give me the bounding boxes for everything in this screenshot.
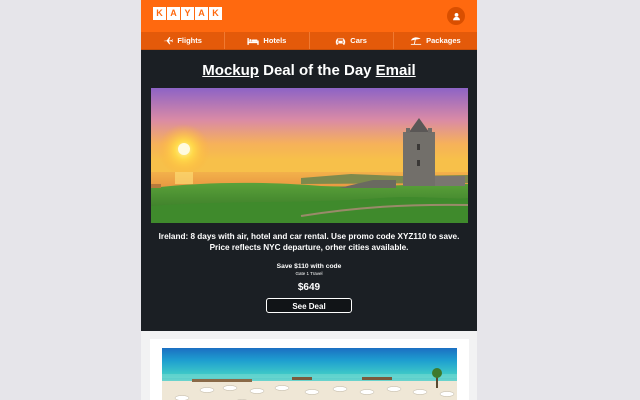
nav-label: Cars <box>350 36 367 45</box>
account-button[interactable] <box>447 7 465 25</box>
main-nav: Flights Hotels Cars Packages <box>141 32 477 50</box>
nav-label: Flights <box>177 36 202 45</box>
logo-letter: K <box>153 7 166 20</box>
umbrella-icon <box>410 37 422 45</box>
promo-text: Save $110 with code <box>276 263 342 270</box>
kayak-logo[interactable]: K A Y A K <box>153 7 222 20</box>
email-preview: K A Y A K Flights Hotels Cars Packages M… <box>141 0 477 400</box>
deal-title: Mockup Deal of the Day Email <box>141 50 477 88</box>
user-icon <box>452 12 460 20</box>
bed-icon <box>247 37 260 45</box>
provider-text: Gate 1 Travel <box>295 271 323 276</box>
beach-resort-image[interactable] <box>162 348 457 400</box>
nav-flights[interactable]: Flights <box>141 32 226 49</box>
ireland-castle-image[interactable] <box>150 88 468 223</box>
nav-cars[interactable]: Cars <box>310 32 394 49</box>
deal-description: Ireland: 8 days with air, hotel and car … <box>158 232 460 252</box>
car-icon <box>336 37 346 45</box>
nav-packages[interactable]: Packages <box>394 32 477 49</box>
nav-label: Hotels <box>263 36 287 45</box>
nav-label: Packages <box>426 36 461 45</box>
plane-icon <box>164 37 174 45</box>
title-middle: Deal of the Day <box>258 62 376 79</box>
nav-hotels[interactable]: Hotels <box>225 32 310 49</box>
header-bar: K A Y A K <box>141 0 477 32</box>
logo-letter: A <box>195 7 208 20</box>
see-deal-button[interactable]: See Deal <box>266 298 352 313</box>
logo-letter: A <box>167 7 180 20</box>
logo-letter: Y <box>181 7 194 20</box>
deal-of-the-day: Mockup Deal of the Day Email Ireland: 8 … <box>141 50 477 331</box>
second-deal-card <box>150 339 469 400</box>
title-mockup: Mockup <box>202 62 259 79</box>
logo-letter: K <box>209 7 222 20</box>
title-email: Email <box>375 62 416 79</box>
deal-price: $649 <box>297 282 321 293</box>
